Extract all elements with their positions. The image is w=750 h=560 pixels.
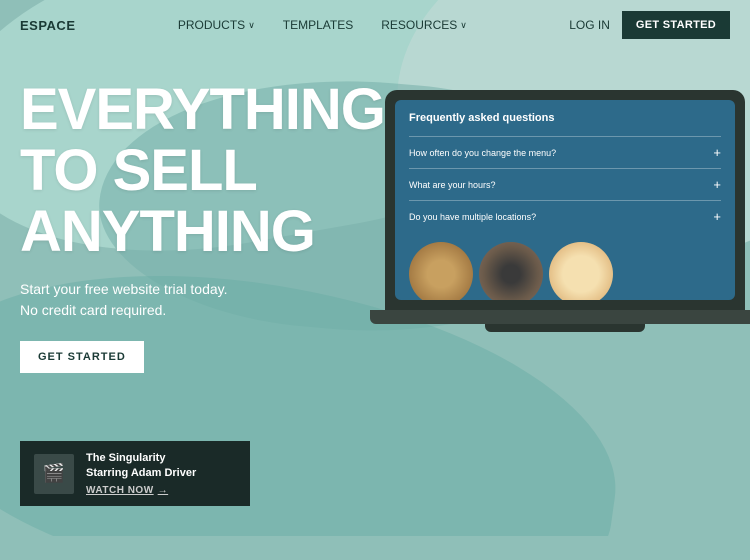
arrow-icon: → [158, 485, 169, 496]
laptop-mockup: Frequently asked questions How often do … [370, 90, 750, 560]
nav-resources[interactable]: RESOURCES ∨ [381, 18, 467, 32]
hero-subtitle-line1: Start your free website trial today. [20, 279, 385, 300]
hero-title: EVERYTHING TO SELL ANYTHING [20, 80, 385, 263]
food-image-3 [549, 242, 613, 300]
nav-right: LOG IN GET STARTED [569, 11, 730, 39]
hero-subtitle-line2: No credit card required. [20, 300, 385, 321]
expand-icon-3: + [713, 209, 721, 224]
promo-title: The Singularity Starring Adam Driver [86, 451, 236, 480]
hero-cta-button[interactable]: GET STARTED [20, 341, 144, 373]
laptop-body: Frequently asked questions How often do … [385, 90, 745, 310]
laptop-screen: Frequently asked questions How often do … [395, 100, 735, 300]
promo-card: 🎬 The Singularity Starring Adam Driver W… [20, 441, 250, 506]
navbar: ESPACE PRODUCTS ∨ TEMPLATES RESOURCES ∨ … [0, 0, 750, 50]
nav-products[interactable]: PRODUCTS ∨ [178, 18, 255, 32]
promo-text-block: The Singularity Starring Adam Driver WAT… [86, 451, 236, 496]
nav-templates[interactable]: TEMPLATES [283, 18, 353, 32]
expand-icon-2: + [713, 177, 721, 192]
faq-title: Frequently asked questions [409, 112, 721, 124]
chevron-down-icon: ∨ [248, 20, 255, 31]
login-link[interactable]: LOG IN [569, 18, 610, 32]
food-image-2 [479, 242, 543, 300]
faq-item-3[interactable]: Do you have multiple locations? + [409, 200, 721, 232]
nav-links: PRODUCTS ∨ TEMPLATES RESOURCES ∨ [76, 18, 570, 32]
hero-subtitle: Start your free website trial today. No … [20, 279, 385, 321]
faq-question-2: What are your hours? [409, 180, 496, 190]
laptop-base [370, 310, 750, 324]
faq-item-2[interactable]: What are your hours? + [409, 168, 721, 200]
faq-question-3: Do you have multiple locations? [409, 212, 536, 222]
watch-now-link[interactable]: WATCH NOW → [86, 485, 236, 496]
faq-question-1: How often do you change the menu? [409, 148, 556, 158]
promo-thumbnail: 🎬 [34, 454, 74, 494]
hero-line2: TO SELL [20, 141, 385, 202]
chevron-down-icon: ∨ [460, 20, 467, 31]
food-images [409, 242, 721, 300]
faq-item-1[interactable]: How often do you change the menu? + [409, 136, 721, 168]
hero-line1: EVERYTHING [20, 80, 385, 141]
hero-line3: ANYTHING [20, 202, 385, 263]
main-content: EVERYTHING TO SELL ANYTHING Start your f… [0, 50, 750, 536]
nav-cta-button[interactable]: GET STARTED [622, 11, 730, 39]
food-image-1 [409, 242, 473, 300]
logo[interactable]: ESPACE [20, 18, 76, 33]
expand-icon-1: + [713, 145, 721, 160]
